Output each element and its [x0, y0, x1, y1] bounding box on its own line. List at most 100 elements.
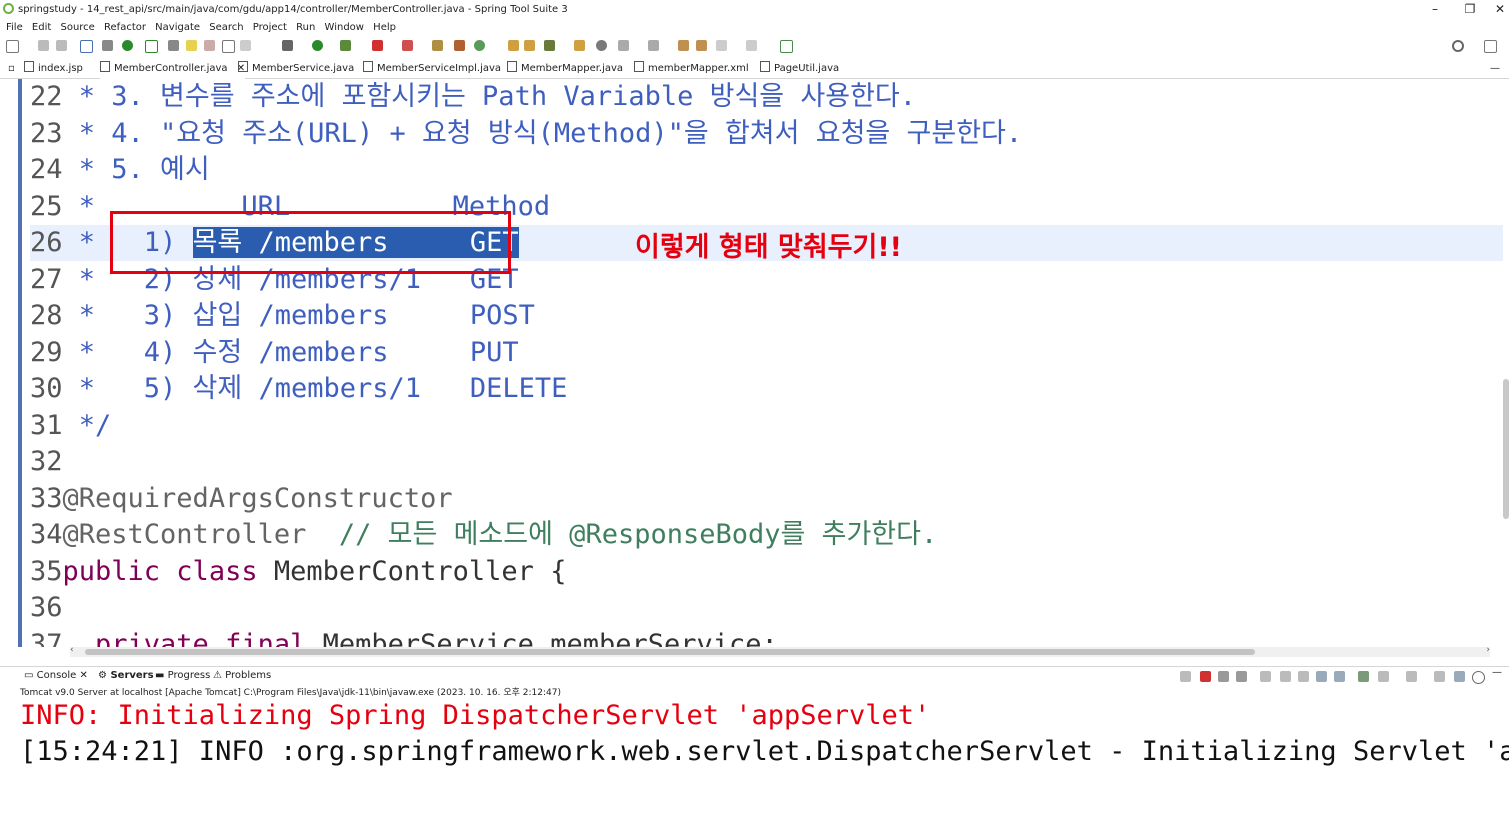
tab-progress[interactable]: ▬ Progress [155, 670, 210, 681]
show-stdout-icon[interactable] [1316, 671, 1327, 682]
console-view-icon[interactable] [1434, 671, 1445, 682]
code-editor[interactable]: 22 * 3. 변수를 주소에 포함시키는 Path Variable 방식을 … [0, 79, 1509, 647]
remove-launch-icon[interactable] [1218, 671, 1229, 682]
new-console-icon[interactable] [1406, 671, 1417, 682]
tab-memberserviceimpl-java[interactable]: MemberServiceImpl.java [363, 61, 501, 77]
highlight-icon[interactable] [186, 40, 197, 51]
console-line: [15:24:21] INFO :org.springframework.web… [20, 736, 1509, 767]
run-icon[interactable] [312, 40, 323, 51]
pin-icon[interactable] [168, 40, 179, 51]
console-output[interactable]: INFO: Initializing Spring DispatcherServ… [20, 698, 1509, 827]
console-tab-bar: ▭ Console ✕ ⚙ Servers ▬ Progress ⚠ Probl… [0, 666, 1509, 685]
menu-help[interactable]: Help [373, 20, 396, 36]
menu-refactor[interactable]: Refactor [104, 20, 146, 36]
stop-icon[interactable] [372, 40, 383, 51]
scrollbar-thumb[interactable] [85, 649, 1255, 655]
next-annotation-icon[interactable] [618, 40, 629, 51]
tab-pageutil-java[interactable]: PageUtil.java [760, 61, 839, 77]
debug-icon[interactable] [282, 40, 293, 51]
tab-memberservice-java[interactable]: MemberService.java [238, 61, 354, 77]
tab-problems[interactable]: ⚠ Problems [213, 670, 271, 681]
pin-editor-icon[interactable] [780, 40, 793, 53]
skip-breakpoints-icon[interactable] [102, 40, 113, 51]
menu-source[interactable]: Source [60, 20, 94, 36]
search-icon[interactable] [1452, 40, 1464, 52]
menu-edit[interactable]: Edit [32, 20, 51, 36]
tab-servers[interactable]: ⚙ Servers [98, 670, 154, 681]
minimize-button[interactable]: – [1425, 0, 1445, 18]
open-console-icon[interactable] [1358, 671, 1369, 682]
scroll-lock-icon[interactable] [1280, 671, 1291, 682]
tab-label: MemberMapper.java [521, 63, 624, 74]
block-selection-icon[interactable] [222, 40, 235, 53]
globe-icon[interactable] [596, 40, 607, 51]
mark-occurrences-icon[interactable] [204, 40, 215, 51]
forward-history-icon[interactable] [746, 40, 757, 51]
terminal-icon[interactable] [80, 40, 93, 53]
left-collapse-icon[interactable]: ▫ [8, 61, 15, 77]
save-all-icon[interactable] [56, 40, 67, 51]
tab-membermapper-xml[interactable]: memberMapper.xml [634, 61, 749, 77]
open-type-icon[interactable] [508, 40, 519, 51]
console-icon: ▭ [24, 670, 34, 681]
menu-bar: File Edit Source Refactor Navigate Searc… [0, 20, 1509, 36]
scroll-left-icon[interactable]: ‹ [70, 645, 74, 655]
last-edit-location-icon[interactable] [678, 40, 689, 51]
show-stderr-icon[interactable] [1334, 671, 1345, 682]
tab-membermapper-java[interactable]: MemberMapper.java [507, 61, 623, 77]
save-icon[interactable] [38, 40, 49, 51]
console-toggle-icon[interactable] [1454, 671, 1465, 682]
horizontal-scrollbar[interactable]: ‹ › [70, 645, 1490, 657]
line-number: 22 [30, 81, 63, 112]
line-number: 28 [30, 300, 63, 331]
show-whitespace-icon[interactable] [240, 40, 251, 51]
search-toolbar-icon[interactable] [544, 40, 555, 51]
perspective-icon[interactable] [1484, 40, 1497, 53]
close-tab-icon[interactable]: ✕ [80, 670, 88, 681]
pin-console-icon[interactable] [1180, 671, 1191, 682]
open-task-icon[interactable] [524, 40, 535, 51]
remove-all-launches-icon[interactable] [1236, 671, 1247, 682]
new-package-icon[interactable] [454, 40, 465, 51]
menu-window[interactable]: Window [325, 20, 364, 36]
menu-file[interactable]: File [6, 20, 23, 36]
open-resource-icon[interactable] [574, 40, 585, 51]
minimize-console-icon[interactable]: — [1492, 667, 1503, 678]
tab-index-jsp[interactable]: index.jsp [24, 61, 83, 77]
close-window-button[interactable]: ✕ [1490, 0, 1509, 18]
line-number: 35 [30, 555, 63, 587]
code-line: 30 * 5) 삭제 /members/1 DELETE [30, 371, 567, 407]
menu-run[interactable]: Run [296, 20, 315, 36]
tab-label: Servers [110, 670, 154, 681]
profile-icon[interactable] [402, 40, 413, 51]
menu-navigate[interactable]: Navigate [155, 20, 200, 36]
run-external-tools-icon[interactable] [340, 40, 351, 51]
line-number: 37 [30, 628, 63, 648]
back-icon[interactable] [696, 40, 707, 51]
gear-icon[interactable] [1472, 671, 1485, 684]
tab-console[interactable]: ▭ Console ✕ [24, 670, 88, 681]
menu-project[interactable]: Project [253, 20, 287, 36]
clear-console-icon[interactable] [1260, 671, 1271, 682]
tab-membercontroller-java[interactable]: MemberController.java ✕ [100, 61, 246, 79]
menu-search[interactable]: Search [209, 20, 243, 36]
spring-boot-dashboard-icon[interactable] [122, 40, 133, 51]
forward-icon[interactable] [716, 40, 727, 51]
code-line: 36 [30, 590, 63, 626]
vertical-scrollbar[interactable] [1503, 379, 1509, 519]
new-icon[interactable] [6, 40, 19, 53]
terminate-icon[interactable] [1200, 671, 1211, 682]
display-console-icon[interactable] [1378, 671, 1389, 682]
jsp-file-icon [24, 61, 34, 72]
code-text: * 4. "요청 주소(URL) + 요청 방식(Method)"을 합쳐서 요… [62, 117, 1023, 149]
minimize-editor-icon[interactable]: — [1490, 61, 1500, 77]
previous-annotation-icon[interactable] [648, 40, 659, 51]
code-line: 34@RestController // 모든 메소드에 @ResponseBo… [30, 517, 937, 553]
word-wrap-icon[interactable] [1298, 671, 1309, 682]
restore-button[interactable]: ❐ [1460, 0, 1480, 18]
new-java-project-icon[interactable] [432, 40, 443, 51]
annotation-text: @RestController [62, 519, 307, 550]
new-class-icon[interactable] [474, 40, 485, 51]
refresh-icon[interactable] [145, 40, 158, 53]
scroll-right-icon[interactable]: › [1486, 645, 1490, 655]
